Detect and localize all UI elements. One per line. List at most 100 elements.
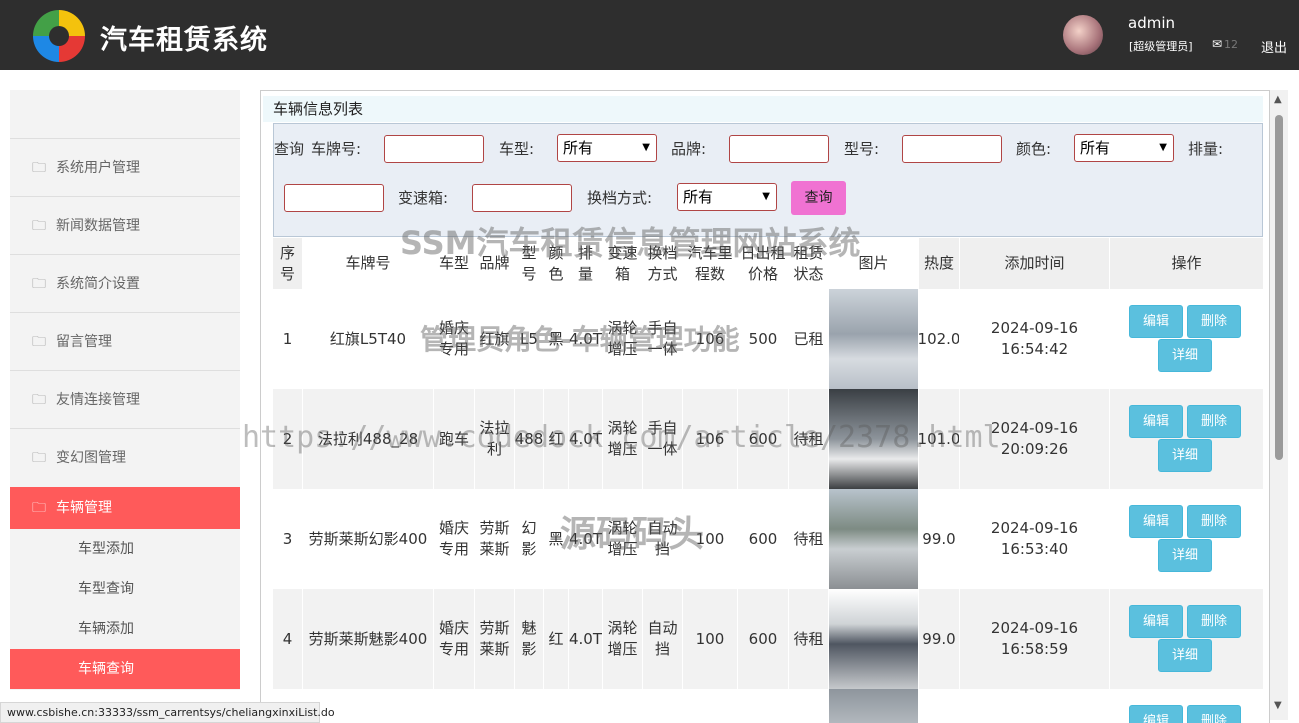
sidebar-item-intro[interactable]: 🗀 系统简介设置 bbox=[10, 254, 240, 312]
vehicle-image bbox=[829, 689, 919, 723]
sidebar-sub-query-vehicle[interactable]: 车辆查询 bbox=[10, 649, 240, 689]
folder-icon: 🗀 bbox=[32, 500, 46, 516]
detail-button[interactable]: 详细 bbox=[1158, 639, 1212, 672]
table-cell bbox=[960, 689, 1110, 723]
detail-button[interactable]: 详细 bbox=[1158, 439, 1212, 472]
plate-input[interactable] bbox=[384, 135, 484, 163]
vehicle-image bbox=[829, 289, 919, 389]
table-cell bbox=[515, 689, 544, 723]
delete-button[interactable]: 删除 bbox=[1187, 505, 1241, 538]
color-select[interactable]: 所有 ▼ bbox=[1074, 134, 1174, 162]
sidebar-sub-add-type[interactable]: 车型添加 bbox=[10, 529, 240, 569]
table-cell: 102.0 bbox=[919, 289, 960, 389]
plate-label: 车牌号: bbox=[311, 140, 362, 158]
edit-button[interactable]: 编辑 bbox=[1129, 405, 1183, 438]
table-cell: 99.0 bbox=[919, 489, 960, 589]
folder-icon: 🗀 bbox=[32, 334, 46, 350]
table-row: 3 劳斯莱斯幻影400 婚庆专用 劳斯莱斯 幻影黑 4.0T 涡轮增压 自动挡 100 600 待租… bbox=[273, 489, 1264, 589]
table-cell: 2024-09-16 16:53:40 bbox=[960, 489, 1110, 589]
table-cell: 100 bbox=[683, 589, 738, 689]
sidebar-item-users[interactable]: 🗀 系统用户管理 bbox=[10, 138, 240, 196]
table-cell bbox=[544, 689, 569, 723]
table-cell: 婚庆专用 bbox=[434, 489, 475, 589]
sidebar-sub-query-type[interactable]: 车型查询 bbox=[10, 569, 240, 609]
column-header: 操作 bbox=[1110, 238, 1264, 289]
column-header: 热度 bbox=[919, 238, 960, 289]
user-role: [超级管理员] bbox=[1129, 40, 1193, 53]
sidebar-item-vehicles[interactable]: 🗀 车辆管理 bbox=[10, 487, 240, 529]
table-cell: 待租 bbox=[789, 489, 829, 589]
cartype-select[interactable]: 所有 ▼ bbox=[557, 134, 657, 162]
table-cell: 2024-09-16 16:58:59 bbox=[960, 589, 1110, 689]
brand-label: 品牌: bbox=[671, 140, 707, 158]
edit-button[interactable]: 编辑 bbox=[1129, 305, 1183, 338]
table-cell: 99.0 bbox=[919, 589, 960, 689]
shift-label: 换档方式: bbox=[587, 189, 653, 207]
table-cell bbox=[919, 689, 960, 723]
gearbox-input[interactable] bbox=[472, 184, 572, 212]
username: admin bbox=[1128, 14, 1175, 32]
watermark-url: https://www.codedock.com/article/2378.ht… bbox=[242, 420, 1001, 455]
detail-button[interactable]: 详细 bbox=[1158, 339, 1212, 372]
mail-icon[interactable]: ✉ bbox=[1212, 37, 1222, 51]
edit-button[interactable]: 编辑 bbox=[1129, 705, 1183, 723]
table-cell: 待租 bbox=[789, 589, 829, 689]
edit-button[interactable]: 编辑 bbox=[1129, 605, 1183, 638]
table-cell bbox=[789, 689, 829, 723]
mail-count: 12 bbox=[1224, 38, 1238, 51]
logout-link[interactable]: 退出 bbox=[1261, 37, 1287, 56]
color-label: 颜色: bbox=[1016, 140, 1052, 158]
sidebar-item-messages[interactable]: 🗀 留言管理 bbox=[10, 312, 240, 370]
folder-icon: 🗀 bbox=[32, 160, 46, 176]
delete-button[interactable]: 删除 bbox=[1187, 605, 1241, 638]
scrollbar[interactable]: ▲ ▼ bbox=[1270, 90, 1288, 720]
table-cell: 红 bbox=[544, 589, 569, 689]
table-cell: 婚庆专用 bbox=[434, 589, 475, 689]
column-header: 序号 bbox=[273, 238, 303, 289]
watermark-subtitle: 管理员角色-车辆管理功能 bbox=[420, 323, 740, 356]
model-input[interactable] bbox=[902, 135, 1002, 163]
table-cell: 已租 bbox=[789, 289, 829, 389]
sidebar-item-banners[interactable]: 🗀 变幻图管理 bbox=[10, 428, 240, 486]
sidebar-sub-add-vehicle[interactable]: 车辆添加 bbox=[10, 609, 240, 649]
table-cell: 涡轮增压 bbox=[603, 589, 643, 689]
table-cell: 4.0T bbox=[569, 589, 603, 689]
app-logo bbox=[33, 10, 85, 62]
table-cell: 劳斯莱斯 bbox=[475, 589, 515, 689]
vehicle-image bbox=[829, 589, 919, 689]
table-cell: 600 bbox=[738, 589, 789, 689]
avatar[interactable] bbox=[1063, 15, 1103, 55]
table-cell: 600 bbox=[738, 489, 789, 589]
scrollbar-thumb[interactable] bbox=[1275, 115, 1283, 460]
folder-icon: 🗀 bbox=[32, 392, 46, 408]
query-label: 查询 bbox=[274, 140, 305, 158]
edit-button[interactable]: 编辑 bbox=[1129, 505, 1183, 538]
top-header: 汽车租赁系统 admin [超级管理员] ✉ 12 退出 bbox=[0, 0, 1299, 70]
scroll-up-icon[interactable]: ▲ bbox=[1274, 94, 1282, 105]
search-button[interactable]: 查询 bbox=[791, 181, 846, 215]
cartype-label: 车型: bbox=[499, 140, 535, 158]
table-row: 4 劳斯莱斯魅影400 婚庆专用 劳斯莱斯 魅影红 4.0T 涡轮增压 自动挡 100 600 待租… bbox=[273, 589, 1264, 689]
app-title: 汽车租赁系统 bbox=[100, 25, 268, 56]
table-cell: 2024-09-16 16:54:42 bbox=[960, 289, 1110, 389]
table-cell bbox=[475, 689, 515, 723]
scroll-down-icon[interactable]: ▼ bbox=[1274, 700, 1282, 711]
column-header: 添加时间 bbox=[960, 238, 1110, 289]
table-cell bbox=[643, 689, 683, 723]
folder-icon: 🗀 bbox=[32, 450, 46, 466]
table-cell: 1 bbox=[273, 289, 303, 389]
detail-button[interactable]: 详细 bbox=[1158, 539, 1212, 572]
sidebar-item-news[interactable]: 🗀 新闻数据管理 bbox=[10, 196, 240, 254]
sidebar-item-links[interactable]: 🗀 友情连接管理 bbox=[10, 370, 240, 428]
table-row: 编辑 删除 bbox=[273, 689, 1264, 723]
delete-button[interactable]: 删除 bbox=[1187, 305, 1241, 338]
delete-button[interactable]: 删除 bbox=[1187, 705, 1241, 723]
table-cell: 4 bbox=[273, 589, 303, 689]
displacement-input[interactable] bbox=[284, 184, 384, 212]
main-panel: 车辆信息列表 查询 车牌号: 车型: 所有 ▼ 品牌: 型号: 颜色: 所有 ▼ 排… bbox=[260, 90, 1270, 723]
brand-input[interactable] bbox=[729, 135, 829, 163]
gearbox-label: 变速箱: bbox=[398, 189, 449, 207]
folder-icon: 🗀 bbox=[32, 218, 46, 234]
shift-select[interactable]: 所有 ▼ bbox=[677, 183, 777, 211]
delete-button[interactable]: 删除 bbox=[1187, 405, 1241, 438]
